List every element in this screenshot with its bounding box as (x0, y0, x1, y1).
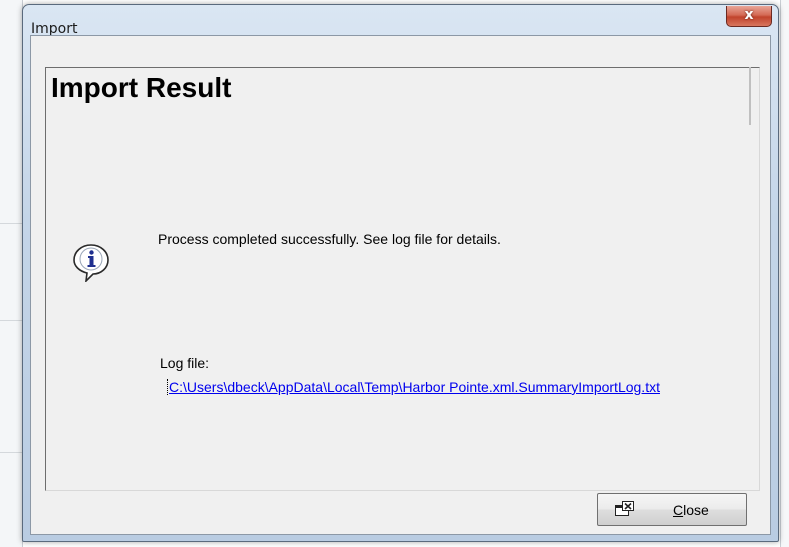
close-button[interactable]: Close (597, 493, 747, 526)
background-app-left (0, 0, 23, 547)
close-button-mnemonic: C (673, 502, 684, 518)
info-icon (73, 244, 109, 282)
log-file-link[interactable]: C:\Users\dbeck\AppData\Local\Temp\Harbor… (167, 379, 660, 395)
result-panel: Import Result Process completed successf… (45, 67, 760, 491)
background-app-divider (0, 452, 22, 453)
background-app-divider (0, 223, 22, 224)
background-app-divider (0, 320, 22, 321)
close-button-label: Close (673, 502, 709, 518)
import-dialog-window: Import x Import Result Process completed… (22, 4, 779, 542)
background-app-right (780, 0, 789, 547)
close-button-label-rest: lose (683, 502, 709, 518)
dialog-client-area: Import Result Process completed successf… (30, 35, 771, 535)
window-close-button[interactable]: x (726, 6, 772, 27)
log-file-label: Log file: (160, 355, 210, 371)
status-message: Process completed successfully. See log … (158, 231, 501, 247)
close-window-icon (615, 501, 634, 516)
page-title: Import Result (51, 72, 232, 103)
panel-edge (749, 67, 751, 125)
